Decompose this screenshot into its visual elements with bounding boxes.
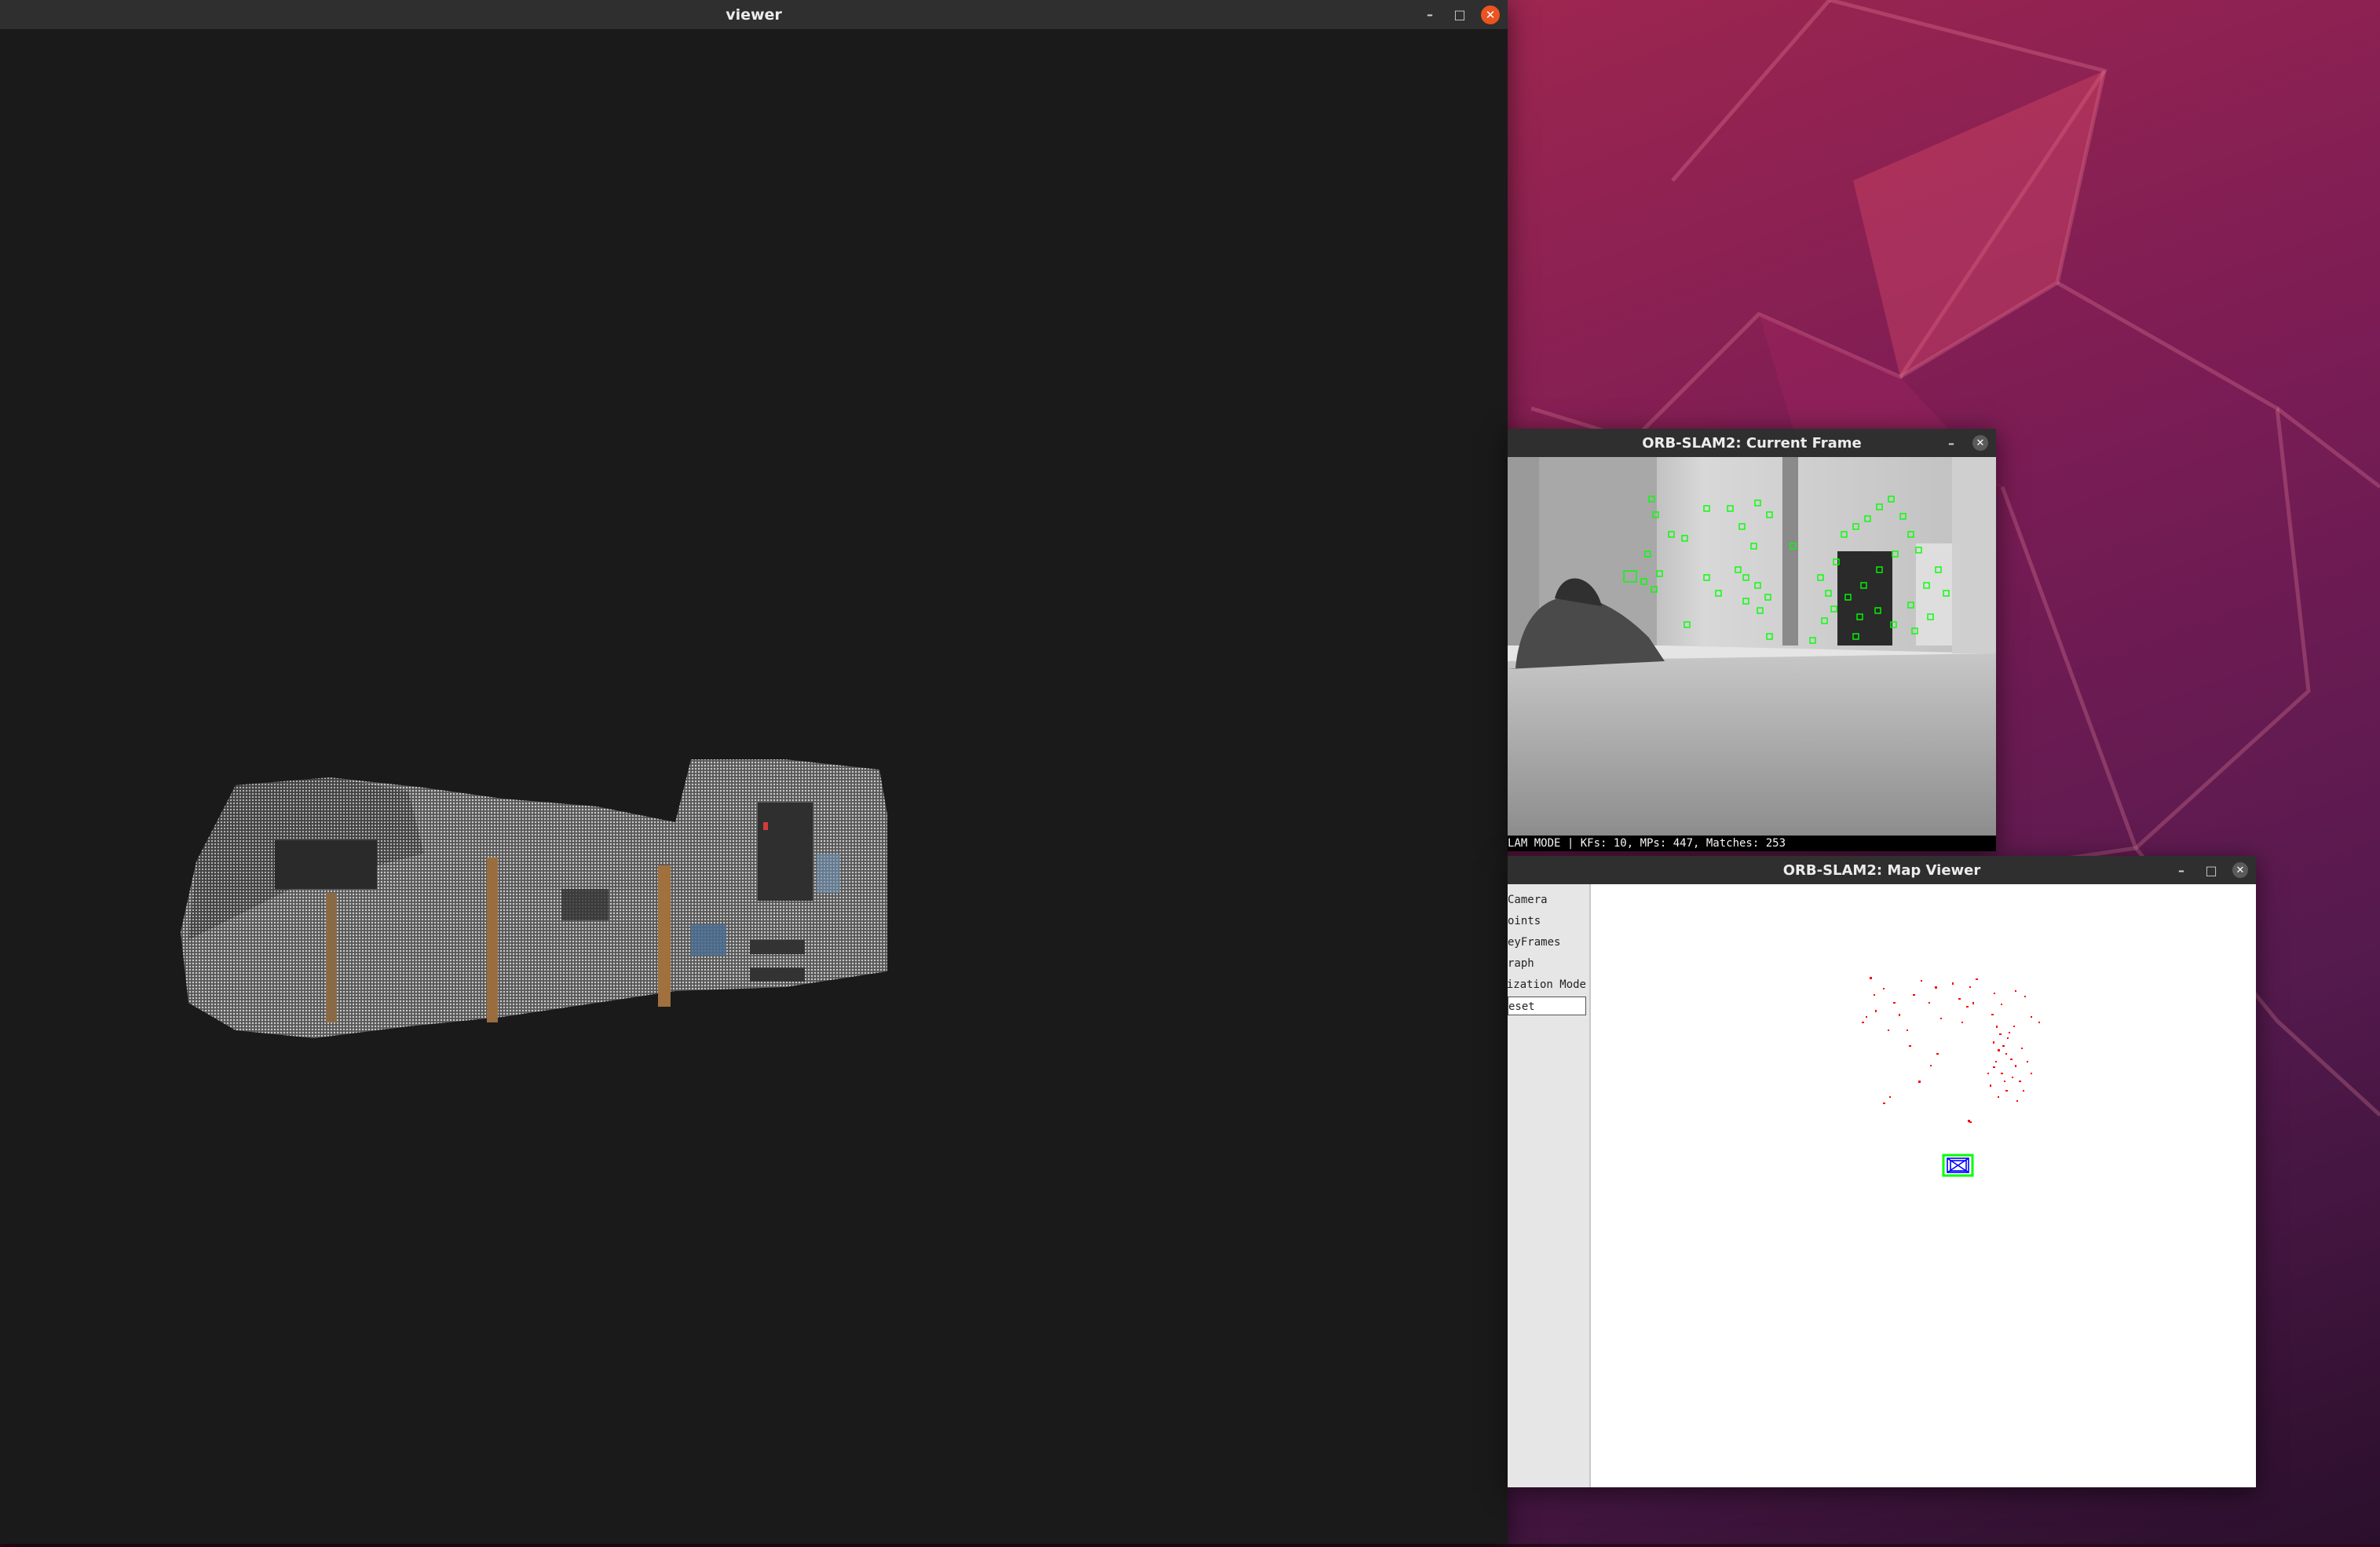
camera-frame	[1508, 457, 1996, 836]
map-view	[1862, 977, 2040, 1177]
map-viewer-title: ORB-SLAM2: Map Viewer	[1782, 861, 1981, 879]
point-cloud-edge	[658, 865, 671, 1007]
menu-show-graph-checkbox[interactable]: raph	[1508, 954, 1586, 973]
reset-button[interactable]: eset	[1508, 997, 1586, 1015]
close-icon[interactable]: ✕	[1481, 5, 1500, 24]
current-frame-titlebar[interactable]: ORB-SLAM2: Current Frame – ✕	[1508, 429, 1996, 458]
point-cloud-viewport[interactable]	[0, 29, 1508, 1544]
map-viewer-titlebar[interactable]: ORB-SLAM2: Map Viewer – □ ✕	[1508, 856, 2256, 885]
point-cloud	[181, 759, 887, 1038]
viewer-titlebar[interactable]: viewer – □ ✕	[0, 0, 1508, 30]
current-frame-title: ORB-SLAM2: Current Frame	[1642, 434, 1862, 452]
point-cloud-blue-region	[691, 924, 726, 956]
point-cloud-dark-region	[758, 803, 813, 901]
point-cloud-edge	[326, 893, 337, 1022]
map-viewer-menu-panel: Camera oints eyFrames raph ization Mode …	[1508, 884, 1591, 1487]
close-icon[interactable]: ✕	[2232, 862, 2248, 878]
map-canvas[interactable]	[1591, 884, 2256, 1487]
slam-status-bar: LAM MODE | KFs: 10, MPs: 447, Matches: 2…	[1508, 836, 1996, 851]
point-cloud-red-point	[763, 822, 768, 830]
map-points	[1862, 977, 2040, 1123]
camera-frame-image	[1508, 457, 1996, 836]
minimize-icon[interactable]: –	[2173, 861, 2190, 879]
maximize-icon[interactable]: □	[2203, 861, 2220, 879]
current-frame-window[interactable]: ORB-SLAM2: Current Frame – ✕ LAM MODE | …	[1508, 429, 1996, 851]
point-cloud-edge	[487, 858, 498, 1022]
menu-show-points-checkbox[interactable]: oints	[1508, 912, 1586, 931]
maximize-icon[interactable]: □	[1451, 6, 1468, 24]
point-cloud-dark-region	[750, 967, 805, 982]
menu-localization-mode-checkbox[interactable]: ization Mode	[1508, 975, 1586, 994]
map-viewer-window-controls: – □ ✕	[2173, 856, 2248, 884]
viewer-title: viewer	[726, 5, 782, 24]
close-icon[interactable]: ✕	[1972, 435, 1988, 451]
point-cloud-dark-region	[275, 840, 377, 889]
menu-follow-camera-checkbox[interactable]: Camera	[1508, 891, 1586, 909]
viewer-window-controls: – □ ✕	[1421, 0, 1500, 29]
minimize-icon[interactable]: –	[1943, 434, 1960, 452]
point-cloud-dark-region	[750, 940, 805, 954]
point-cloud-blue-region	[817, 854, 840, 893]
minimize-icon[interactable]: –	[1421, 6, 1439, 24]
point-cloud-dark-region	[561, 889, 609, 920]
current-frame-window-controls: – ✕	[1943, 429, 1988, 457]
map-viewer-window[interactable]: ORB-SLAM2: Map Viewer – □ ✕ Camera oints…	[1508, 856, 2256, 1487]
keyframes	[1947, 1158, 1969, 1173]
viewer-window[interactable]: viewer – □ ✕	[0, 0, 1508, 1544]
menu-show-keyframes-checkbox[interactable]: eyFrames	[1508, 933, 1586, 952]
